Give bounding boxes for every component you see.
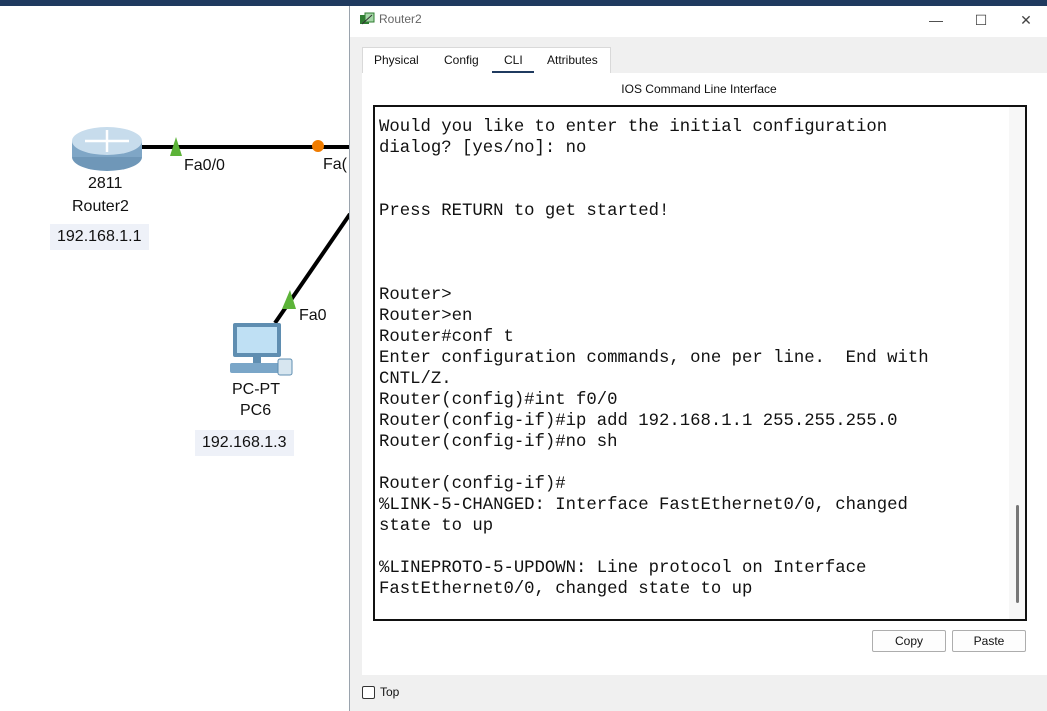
- minimize-button[interactable]: —: [913, 6, 959, 34]
- link-pending-indicator-icon: [312, 140, 324, 152]
- router-name-label: Router2: [72, 198, 129, 215]
- pc-model-label: PC-PT: [232, 381, 280, 398]
- window-body: Physical Config CLI Attributes IOS Comma…: [350, 37, 1047, 711]
- network-workspace[interactable]: 2811 Router2 192.168.1.1 Fa0/0 Fa( PC-PT…: [0, 6, 350, 711]
- maximize-button[interactable]: ☐: [958, 6, 1004, 34]
- pc-port-label: Fa0: [299, 307, 327, 324]
- tab-physical[interactable]: Physical: [374, 53, 419, 67]
- title-bar[interactable]: Router2 — ☐ ✕: [350, 6, 1047, 34]
- top-checkbox[interactable]: [362, 686, 375, 699]
- router-icon[interactable]: [71, 123, 143, 173]
- terminal-output[interactable]: Would you like to enter the initial conf…: [379, 117, 929, 600]
- tab-cli[interactable]: CLI: [504, 53, 523, 67]
- router-model-label: 2811: [88, 175, 123, 192]
- pc-ip-label: 192.168.1.3: [195, 430, 294, 456]
- pc-name-label: PC6: [240, 402, 272, 419]
- tab-bar: Physical Config CLI Attributes: [362, 47, 611, 74]
- router-port-label: Fa0/0: [184, 157, 225, 174]
- scrollbar-thumb[interactable]: [1016, 505, 1019, 603]
- top-checkbox-label: Top: [380, 685, 400, 699]
- paste-button[interactable]: Paste: [952, 630, 1026, 652]
- cli-terminal[interactable]: Would you like to enter the initial conf…: [373, 105, 1027, 621]
- close-button[interactable]: ✕: [1003, 6, 1047, 34]
- router2-window: Router2 — ☐ ✕ Physical Config CLI Attrib…: [349, 6, 1047, 711]
- pc-icon[interactable]: [226, 321, 294, 379]
- panel-title: IOS Command Line Interface: [621, 82, 777, 96]
- app-icon: [360, 12, 375, 25]
- tab-attributes[interactable]: Attributes: [547, 53, 598, 67]
- copy-button[interactable]: Copy: [872, 630, 946, 652]
- cli-panel: IOS Command Line Interface Would you lik…: [362, 73, 1047, 675]
- topology-links: [138, 137, 350, 325]
- router-ip-label: 192.168.1.1: [50, 224, 149, 250]
- window-title: Router2: [379, 12, 422, 26]
- tab-config[interactable]: Config: [444, 53, 479, 67]
- partial-port-label: Fa(: [323, 156, 347, 173]
